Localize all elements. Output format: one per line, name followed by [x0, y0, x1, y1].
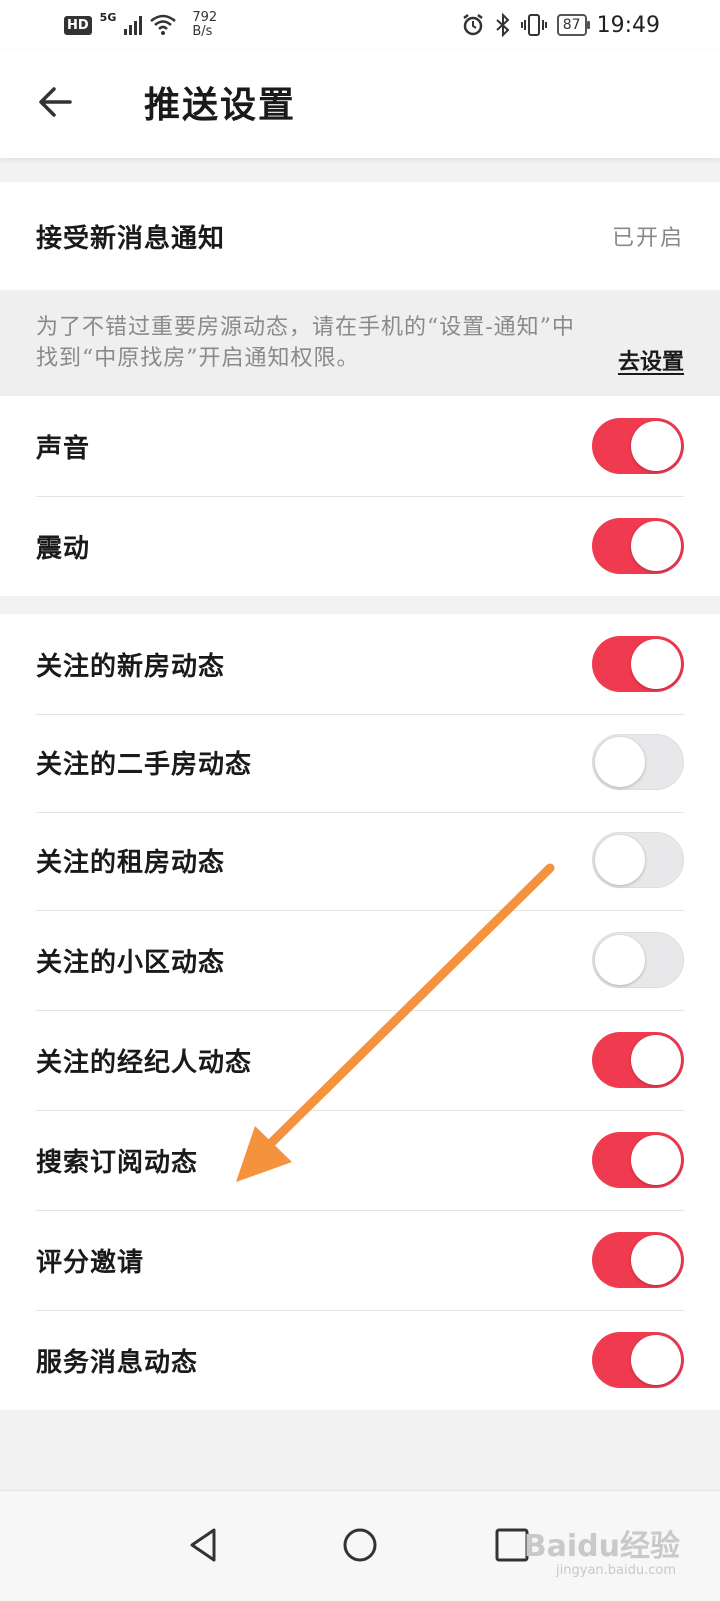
subscription-section: 关注的新房动态 关注的二手房动态 关注的租房动态 关注的小区动态 关注的经纪人动… [0, 614, 720, 1410]
hd-badge: HD [64, 15, 92, 35]
toggle-knob [631, 521, 681, 571]
toggle-knob [631, 1335, 681, 1385]
system-nav-bar: Baidu经验 jingyan.baidu.com [0, 1490, 720, 1601]
rental-label: 关注的租房动态 [36, 847, 226, 878]
network-type: 5G [99, 10, 117, 24]
watermark-logo: Baidu经验 [523, 1529, 680, 1564]
page-title: 推送设置 [144, 84, 297, 126]
status-left: HD 5G 792 B/s [64, 10, 217, 40]
speed-value: 792 [192, 10, 218, 25]
status-right: 87 19:49 [461, 10, 660, 40]
watermark-url: jingyan.baidu.com [556, 1563, 676, 1578]
toggle-knob [631, 421, 681, 471]
toggle-knob [595, 737, 645, 787]
sound-toggle[interactable] [592, 418, 684, 474]
alarm-icon [463, 14, 483, 36]
second-hand-label: 关注的二手房动态 [36, 749, 253, 780]
second-hand-row: 关注的二手房动态 [36, 712, 684, 813]
agent-row: 关注的经纪人动态 [36, 1010, 684, 1111]
new-house-toggle[interactable] [592, 636, 684, 692]
nav-home-icon[interactable] [340, 1525, 380, 1565]
vibrate-row: 震动 [36, 496, 684, 596]
service-message-row: 服务消息动态 [36, 1310, 684, 1410]
community-toggle[interactable] [592, 932, 684, 988]
notification-status: 已开启 [611, 226, 684, 251]
new-house-label: 关注的新房动态 [36, 651, 226, 682]
rating-invite-toggle[interactable] [592, 1232, 684, 1288]
status-bar: HD 5G 792 B/s 87 19:49 [0, 0, 720, 50]
agent-label: 关注的经纪人动态 [36, 1047, 253, 1078]
search-subscription-toggle[interactable] [592, 1132, 684, 1188]
service-message-toggle[interactable] [592, 1332, 684, 1388]
notice-text: 为了不错过重要房源动态，请在手机的“设置-通知”中找到“中原找房”开启通知权限。 [36, 315, 575, 371]
toggle-knob [631, 1235, 681, 1285]
nav-back-icon[interactable] [184, 1525, 224, 1565]
notification-label: 接受新消息通知 [36, 223, 226, 254]
agent-toggle[interactable] [592, 1032, 684, 1088]
bluetooth-icon [496, 13, 510, 37]
toggle-knob [631, 1035, 681, 1085]
app-header: 推送设置 [0, 50, 720, 158]
vibrate-label: 震动 [36, 533, 91, 564]
toggle-knob [631, 1135, 681, 1185]
network-speed: 792 B/s [192, 11, 217, 39]
sound-row: 声音 [36, 396, 684, 497]
community-row: 关注的小区动态 [36, 910, 684, 1011]
search-subscription-row: 搜索订阅动态 [36, 1110, 684, 1211]
rating-invite-label: 评分邀请 [36, 1247, 145, 1278]
vibrate-icon [520, 14, 547, 36]
toggle-knob [631, 639, 681, 689]
signal-icon [124, 15, 143, 35]
go-settings-link[interactable]: 去设置 [618, 344, 684, 376]
notification-section: 接受新消息通知 已开启 [0, 182, 720, 290]
speed-unit: B/s [192, 24, 213, 39]
rating-invite-row: 评分邀请 [36, 1210, 684, 1311]
service-message-label: 服务消息动态 [36, 1347, 199, 1378]
second-hand-toggle[interactable] [592, 734, 684, 790]
new-house-row: 关注的新房动态 [36, 614, 684, 715]
rental-toggle[interactable] [592, 832, 684, 888]
back-arrow-icon[interactable] [34, 80, 78, 124]
community-label: 关注的小区动态 [36, 947, 226, 978]
notification-row[interactable]: 接受新消息通知 已开启 [36, 186, 684, 286]
toggle-knob [595, 835, 645, 885]
sound-label: 声音 [36, 433, 91, 464]
vibrate-toggle[interactable] [592, 518, 684, 574]
wifi-icon [150, 14, 177, 35]
rental-row: 关注的租房动态 [36, 810, 684, 911]
battery-icon: 87 [556, 14, 590, 36]
clock: 19:49 [596, 12, 660, 38]
search-subscription-label: 搜索订阅动态 [36, 1147, 199, 1178]
alert-section: 声音 震动 [0, 396, 720, 596]
toggle-knob [595, 935, 645, 985]
permission-notice: 为了不错过重要房源动态，请在手机的“设置-通知”中找到“中原找房”开启通知权限。… [0, 290, 720, 396]
